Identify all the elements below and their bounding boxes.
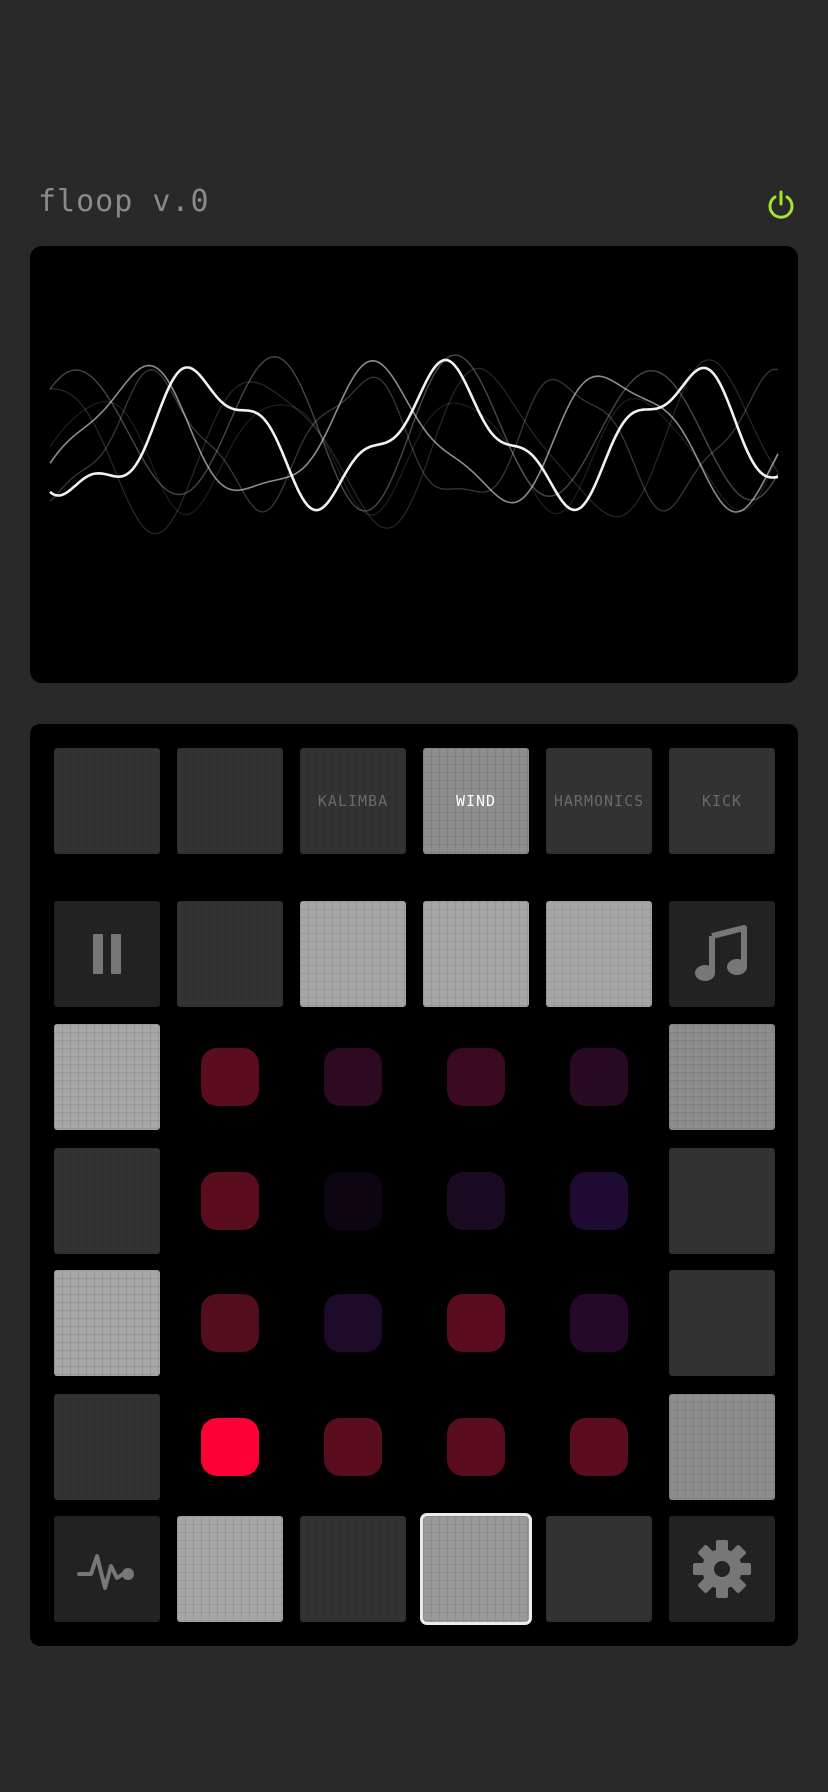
row-toggle-right[interactable] [669, 1024, 775, 1130]
waveform-trace [49, 368, 779, 513]
waveform-display [30, 246, 798, 683]
pause-button[interactable] [54, 901, 160, 1007]
pad-3-4[interactable] [570, 1294, 628, 1352]
waveform-trace [49, 354, 779, 512]
pad-2-2[interactable] [324, 1172, 382, 1230]
pad-3-1[interactable] [201, 1294, 259, 1352]
instrument-harmonics[interactable]: HARMONICS [546, 748, 652, 854]
instrument-kick[interactable]: KICK [669, 748, 775, 854]
row-toggle-right[interactable] [669, 1270, 775, 1376]
instrument-kalimba[interactable]: KALIMBA [300, 748, 406, 854]
row-toggle-left[interactable] [54, 1024, 160, 1130]
waveform-icon [77, 1554, 134, 1590]
app-title: floop v.0 [38, 184, 210, 219]
instrument-label: KALIMBA [317, 792, 389, 810]
pad-1-4[interactable] [570, 1048, 628, 1106]
pad-2-4[interactable] [570, 1172, 628, 1230]
power-button[interactable] [764, 188, 798, 222]
row-toggle-left[interactable] [54, 1270, 160, 1376]
app-header: floop v.0 [38, 178, 798, 234]
bottom-toggle[interactable] [177, 1516, 283, 1622]
settings-button[interactable] [669, 1516, 775, 1622]
bottom-toggle-selected[interactable] [420, 1513, 532, 1625]
bottom-toggle[interactable] [300, 1516, 406, 1622]
pad-2-3[interactable] [447, 1172, 505, 1230]
instrument-label: KICK [701, 792, 743, 810]
instrument-label: WIND [455, 792, 497, 810]
pad-4-4[interactable] [570, 1418, 628, 1476]
pad-1-2[interactable] [324, 1048, 382, 1106]
pad-2-1[interactable] [201, 1172, 259, 1230]
waveform-button[interactable] [54, 1516, 160, 1622]
row-toggle-right[interactable] [669, 1148, 775, 1254]
row-toggle-left[interactable] [54, 1394, 160, 1500]
bottom-toggle[interactable] [546, 1516, 652, 1622]
instrument-slot-1[interactable] [54, 748, 160, 854]
pad-4-3[interactable] [447, 1418, 505, 1476]
step-toggle[interactable] [546, 901, 652, 1007]
waveform-trace [49, 397, 779, 516]
pad-1-1[interactable] [201, 1048, 259, 1106]
instrument-label [54, 748, 160, 854]
pad-1-3[interactable] [447, 1048, 505, 1106]
music-button[interactable] [669, 901, 775, 1007]
step-toggle[interactable] [300, 901, 406, 1007]
instrument-slot-2[interactable] [177, 748, 283, 854]
row-toggle-left[interactable] [54, 1148, 160, 1254]
row-toggle-right[interactable] [669, 1394, 775, 1500]
waveform-trace [49, 358, 779, 512]
instrument-label [177, 748, 283, 854]
waveform-trace [49, 359, 779, 513]
step-toggle[interactable] [177, 901, 283, 1007]
instrument-wind[interactable]: WIND [423, 748, 529, 854]
instrument-label: HARMONICS [553, 792, 645, 810]
step-toggle[interactable] [423, 901, 529, 1007]
pause-icon [93, 934, 121, 974]
pad-4-2[interactable] [324, 1418, 382, 1476]
pad-3-2[interactable] [324, 1294, 382, 1352]
pad-panel: KALIMBA WIND HARMONICS KICK [30, 724, 798, 1646]
music-note-icon [695, 925, 747, 981]
gear-icon [693, 1540, 751, 1598]
pad-3-3[interactable] [447, 1294, 505, 1352]
power-icon [768, 190, 794, 219]
pad-4-1[interactable] [201, 1418, 259, 1476]
